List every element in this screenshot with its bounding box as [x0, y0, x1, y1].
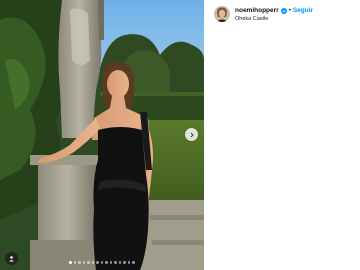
post-media[interactable] [0, 0, 204, 270]
location-link[interactable]: Oheka Castle [235, 16, 268, 22]
carousel-dot [114, 261, 117, 264]
carousel-dot [100, 261, 104, 264]
next-slide-button[interactable] [185, 128, 198, 141]
carousel-dot [87, 261, 90, 264]
carousel-dot [69, 261, 72, 264]
verified-badge-icon [280, 7, 287, 14]
carousel-dot [118, 261, 122, 264]
avatar[interactable] [214, 6, 230, 22]
carousel-dot [91, 261, 95, 264]
post-photo [0, 0, 204, 270]
separator-dot: • [288, 7, 291, 14]
username-link[interactable]: noemihopperr [235, 7, 279, 14]
chevron-right-icon [190, 132, 194, 137]
carousel-dot [132, 261, 135, 264]
carousel-dot [105, 261, 108, 264]
carousel-dot [96, 261, 99, 264]
carousel-dot [82, 261, 86, 264]
user-tag-icon [9, 256, 14, 262]
carousel-dot [123, 261, 126, 264]
follow-button[interactable]: Seguir [293, 7, 313, 14]
avatar-image [214, 6, 230, 22]
carousel-indicator [60, 261, 144, 265]
tagged-users-button[interactable] [5, 252, 18, 265]
carousel-dot [78, 261, 81, 264]
carousel-dot [127, 261, 131, 264]
post-header: noemihopperr • Seguir Oheka Castle [204, 0, 360, 270]
carousel-dot [73, 261, 77, 264]
carousel-dot [109, 261, 113, 264]
